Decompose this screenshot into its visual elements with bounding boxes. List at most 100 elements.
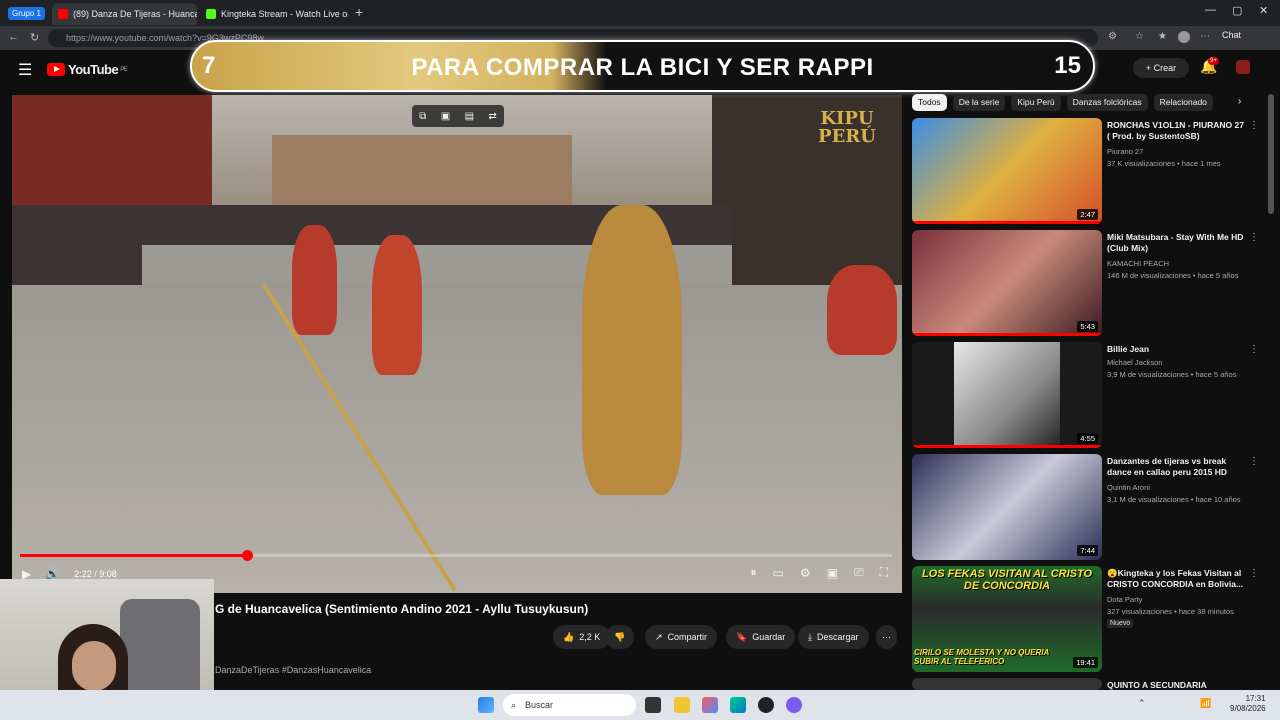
more-menu-icon[interactable]: ⋯ [1200, 31, 1210, 42]
tab-title: (89) Danza De Tijeras - Huancave [73, 9, 197, 19]
download-button[interactable]: ⤓ Descargar [798, 625, 869, 649]
like-button[interactable]: 👍 2,2 K [553, 625, 611, 649]
chip-todos[interactable]: Todos [912, 94, 947, 111]
channel-name[interactable]: KAMACHI PEACH [1107, 259, 1169, 268]
recommendation-item[interactable]: 4:55 Billie Jean Michael Jackson 3,9 M d… [912, 342, 1259, 448]
more-vertical-icon[interactable]: ⋮ [1249, 344, 1259, 355]
task-view-icon[interactable] [645, 697, 661, 713]
create-button[interactable]: + Crear [1133, 58, 1189, 78]
extensions-icon[interactable]: ⚙ [1108, 31, 1117, 42]
video-meta: 3,9 M de visualizaciones • hace 5 años [1107, 370, 1237, 379]
minimize-icon[interactable]: — [1205, 4, 1216, 16]
video-duration: 7:44 [1077, 545, 1098, 556]
video-frame-dancer [827, 265, 897, 355]
progress-scrubber[interactable] [241, 550, 253, 561]
video-duration: 4:55 [1077, 433, 1098, 444]
video-thumbnail[interactable]: 5:43 [912, 230, 1102, 336]
subtitles-icon[interactable]: ▭ [773, 566, 784, 580]
recommendation-title[interactable]: Danzantes de tijeras vs break dance en c… [1107, 456, 1247, 478]
miniplayer-icon[interactable]: ▣ [827, 566, 838, 580]
video-thumbnail[interactable]: LOS FEKAS VISITAN AL CRISTO DE CONCORDIA… [912, 566, 1102, 672]
video-meta: 37 K visualizaciones • hace 1 mes [1107, 159, 1221, 168]
back-icon[interactable]: ← [8, 31, 19, 43]
chip-de-la-serie[interactable]: De la serie [952, 94, 1006, 111]
video-thumbnail[interactable] [912, 678, 1102, 690]
download-label: Descargar [816, 632, 859, 642]
video-progress-bar[interactable] [20, 550, 892, 561]
reload-icon[interactable]: ↻ [30, 31, 39, 44]
video-duration: 2:47 [1077, 209, 1098, 220]
dislike-button[interactable]: 👎 [605, 625, 635, 649]
video-title: G de Huancavelica (Sentimiento Andino 20… [215, 602, 589, 616]
share-button[interactable]: ↗ Compartir [645, 625, 718, 649]
video-player[interactable]: KIPU PERÚ ⧉ ▣ ▤ ⇄ ▶ 🔊 2:22 / 9:08 ⏸ ▭ ⚙ … [12, 95, 902, 593]
chevron-right-icon[interactable]: › [1238, 96, 1241, 107]
video-thumbnail[interactable]: 7:44 [912, 454, 1102, 560]
video-hashtags[interactable]: DanzaDeTijeras #DanzasHuancavelica [215, 665, 371, 675]
tab-group-label[interactable]: Grupo 1 [8, 7, 45, 20]
new-tab-icon[interactable]: + [355, 4, 363, 20]
chip-relacionado[interactable]: Relacionado [1153, 94, 1213, 111]
video-thumbnail[interactable]: 2:47 [912, 118, 1102, 224]
more-actions-button[interactable]: ⋯ [876, 625, 897, 649]
maximize-icon[interactable]: ▢ [1232, 4, 1242, 17]
recommendation-item[interactable]: LOS FEKAS VISITAN AL CRISTO DE CONCORDIA… [912, 566, 1259, 672]
taskbar-search[interactable]: ⌕ Buscar [503, 694, 636, 716]
recommendation-title[interactable]: RONCHAS V1OL1N - PIURANO 27 ( Prod. by S… [1107, 120, 1247, 142]
recommendation-item[interactable]: 2:47 RONCHAS V1OL1N - PIURANO 27 ( Prod.… [912, 118, 1259, 224]
chip-danzas-folcloricas[interactable]: Danzas folclóricas [1066, 94, 1148, 111]
screenshot-icon[interactable]: ▣ [441, 111, 450, 122]
discord-icon[interactable] [786, 697, 802, 713]
favorites-icon[interactable]: ★ [1158, 31, 1167, 42]
channel-name[interactable]: Michael Jackson [1107, 358, 1162, 367]
recommendation-title[interactable]: 😮Kingteka y los Fekas Visitan al CRISTO … [1107, 568, 1247, 590]
save-button[interactable]: 🔖 Guardar [726, 625, 796, 649]
fullscreen-icon[interactable]: ⛶ [880, 565, 888, 580]
channel-name[interactable]: Dota Party [1107, 595, 1142, 604]
account-avatar[interactable] [1236, 60, 1250, 74]
wifi-icon[interactable]: 📶 [1200, 698, 1211, 709]
file-explorer-icon[interactable] [674, 697, 690, 713]
watched-progress [912, 333, 1102, 336]
thumbs-up-icon: 👍 [563, 632, 575, 642]
chip-kipu-peru[interactable]: Kipu Perú [1011, 94, 1061, 111]
channel-name[interactable]: Piurano 27 [1107, 147, 1143, 156]
chat-button[interactable]: Chat [1222, 30, 1241, 40]
tray-expand-icon[interactable]: ⌃ [1138, 698, 1146, 709]
more-vertical-icon[interactable]: ⋮ [1249, 120, 1259, 131]
taskbar-clock[interactable]: 17:31 9/08/2026 [1230, 694, 1266, 714]
more-vertical-icon[interactable]: ⋮ [1249, 456, 1259, 467]
channel-name[interactable]: Quintin Aroni [1107, 483, 1150, 492]
cast-icon[interactable]: ⎚ [854, 565, 864, 580]
stream-goal-banner: 7 PARA COMPRAR LA BICI Y SER RAPPI 15 [190, 40, 1095, 92]
recommendation-item[interactable]: 5:43 Miki Matsubara - Stay With Me HD (C… [912, 230, 1259, 336]
picture-in-picture-icon[interactable]: ⧉ [419, 111, 426, 122]
windows-start-icon[interactable] [478, 697, 494, 713]
obs-icon[interactable] [758, 697, 774, 713]
tab-kingteka[interactable]: Kingteka Stream - Watch Live on ✕ [200, 3, 348, 25]
notes-icon[interactable]: ▤ [465, 111, 474, 122]
translate-icon[interactable]: ⇄ [488, 111, 496, 122]
video-duration: 5:43 [1077, 321, 1098, 332]
autoplay-toggle-icon[interactable]: ⏸ [751, 565, 757, 580]
page-scrollbar[interactable] [1268, 94, 1274, 214]
youtube-logo[interactable]: YouTube PE [47, 62, 128, 77]
video-meta: 146 M de visualizaciones • hace 5 años [1107, 271, 1239, 280]
more-vertical-icon[interactable]: ⋮ [1249, 568, 1259, 579]
recommendation-title[interactable]: Miki Matsubara - Stay With Me HD (Club M… [1107, 232, 1247, 254]
video-thumbnail[interactable]: 4:55 [912, 342, 1102, 448]
hamburger-menu-icon[interactable]: ☰ [18, 60, 32, 80]
close-window-icon[interactable]: ✕ [1259, 4, 1268, 17]
recommendation-item[interactable]: 7:44 Danzantes de tijeras vs break dance… [912, 454, 1259, 560]
profile-avatar-icon[interactable] [1178, 31, 1190, 43]
recommendation-item[interactable]: QUINTO A SECUNDARIA [912, 678, 1257, 690]
create-label: Crear [1153, 63, 1177, 73]
more-vertical-icon[interactable]: ⋮ [1249, 232, 1259, 243]
recommendation-title[interactable]: Billie Jean [1107, 344, 1247, 355]
edge-browser-icon[interactable] [730, 697, 746, 713]
bookmark-star-icon[interactable]: ☆ [1135, 31, 1144, 42]
like-count: 2,2 K [579, 632, 601, 642]
tab-youtube[interactable]: (89) Danza De Tijeras - Huancave ✕ [52, 3, 197, 25]
copilot-icon[interactable] [702, 697, 718, 713]
settings-gear-icon[interactable]: ⚙ [800, 566, 811, 580]
